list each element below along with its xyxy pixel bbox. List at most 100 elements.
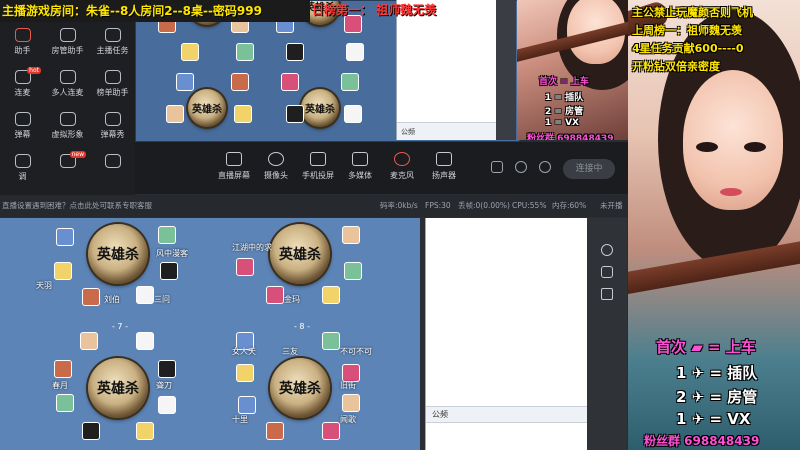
player-avatar[interactable] [176,73,194,91]
status-bar: 直播设置遇到困难？点击此处可联系专职客服 码率:0kb/s FPS:30 丢帧:… [0,195,628,217]
speaker-button[interactable]: 扬声器 [423,152,465,181]
overlay-line-2: 上周榜一：祖师魏无羡 [632,24,742,37]
streamer-cam-mini: 首次 = 上车 1 = 插队 2 = 房管 1 = VX 粉丝群 6988484… [517,0,630,140]
chat-channel-select[interactable]: 公频 [426,406,587,422]
screen-share-icon [226,152,242,166]
phone-icon[interactable] [601,266,613,278]
left-eye [696,142,718,152]
tool-room-manager[interactable]: 房管助手 [45,24,90,64]
mini-rule-line-3: 2 = 房管 [545,107,584,117]
player-name: 三友 [282,347,298,356]
tool-virtual[interactable]: 虚拟形象 [45,108,90,148]
chat-input[interactable] [426,422,587,438]
tool-bullet-show[interactable]: 弹幕秀 [90,108,135,148]
tool-panel: 助手 房管助手 主播任务 hot 连麦 多人连麦 榜单助手 弹幕 虚拟形象 弹幕秀… [0,22,135,195]
tool-rank[interactable]: 榜单助手 [90,66,135,106]
eye-icon[interactable] [515,161,527,173]
media-button[interactable]: 多媒体 [339,152,381,181]
player-avatar[interactable] [236,43,254,61]
bullet-icon [104,112,121,126]
tool-fire[interactable] [90,150,135,190]
tool-multi-mic[interactable]: 多人连麦 [45,66,90,106]
player-avatar[interactable] [342,226,360,244]
fps: FPS:30 [425,201,451,210]
player-name: 十里 [232,415,248,424]
player-avatar[interactable] [286,105,304,123]
tool-anchor-task[interactable]: 主播任务 [90,24,135,64]
media-icon [352,152,368,166]
tool-danmu[interactable]: 弹幕 [0,108,45,148]
camera-button[interactable]: 摄像头 [255,152,297,181]
player-avatar[interactable] [158,396,176,414]
player-avatar[interactable] [158,226,176,244]
game-emblem: 英雄杀 [88,224,148,284]
grid-icon [14,154,31,168]
phone-cast-button[interactable]: 手机投屏 [297,152,339,181]
player-avatar[interactable] [82,422,100,440]
player-avatar[interactable] [136,286,154,304]
chat-side-tools [496,0,516,140]
player-name: 三问 [154,295,170,304]
player-avatar[interactable] [54,360,72,378]
connect-button[interactable]: 连接中 [563,159,615,179]
bitrate: 码率:0kb/s [380,201,418,210]
help-tip[interactable]: 直播设置遇到困难？点击此处可联系专职客服 [2,195,152,217]
gear-icon[interactable] [539,161,551,173]
broadcast-toolbar: 直播屏幕 摄像头 手机投屏 多媒体 麦克风 扬声器 连接中 [135,142,628,194]
player-avatar[interactable] [286,43,304,61]
tool-live[interactable]: 助手 [0,24,45,64]
player-avatar[interactable] [136,422,154,440]
tool-grid[interactable]: 调 [0,150,45,190]
player-name: 女人天 [232,347,256,356]
multi-icon [59,70,76,84]
player-avatar[interactable] [54,262,72,280]
player-avatar[interactable] [236,364,254,382]
screen-share-button[interactable]: 直播屏幕 [213,152,255,181]
player-avatar[interactable] [322,286,340,304]
player-avatar[interactable] [56,228,74,246]
fan-group: 粉丝群 698848439 [644,434,760,448]
player-avatar[interactable] [238,396,256,414]
player-avatar[interactable] [56,394,74,412]
player-avatar[interactable] [80,332,98,350]
rank-icon [104,70,121,84]
player-avatar[interactable] [82,288,100,306]
player-avatar[interactable] [342,394,360,412]
phone-cast-icon [310,152,326,166]
player-avatar[interactable] [181,43,199,61]
game-emblem: 英雄杀 [301,89,339,127]
live-status: 未开播 [600,201,623,210]
tool-video[interactable]: new [45,150,90,190]
live-icon [14,28,31,42]
overlay-line-1: 主公禁止玩魔颜否则飞机 [632,6,753,19]
player-avatar[interactable] [341,73,359,91]
screen-icon [14,112,31,126]
player-avatar[interactable] [344,262,362,280]
player-name: 金玛 [284,295,300,304]
player-avatar[interactable] [266,422,284,440]
chat-side-tools [587,218,627,450]
player-avatar[interactable] [236,258,254,276]
tool-pk[interactable]: hot 连麦 [0,66,45,106]
player-avatar[interactable] [346,43,364,61]
player-avatar[interactable] [322,422,340,440]
record-icon[interactable] [491,161,503,173]
player-avatar[interactable] [160,262,178,280]
player-avatar[interactable] [344,105,362,123]
game-emblem: 英雄杀 [188,89,226,127]
compass-icon[interactable] [601,244,613,256]
memory-usage: 内存:60% [552,201,587,210]
player-avatar[interactable] [158,360,176,378]
table-number: - 8 - [294,322,310,331]
player-avatar[interactable] [136,332,154,350]
mic-button[interactable]: 麦克风 [381,152,423,181]
player-avatar[interactable] [281,73,299,91]
player-avatar[interactable] [231,73,249,91]
table-number: - 7 - [112,322,128,331]
player-avatar[interactable] [234,105,252,123]
player-avatar[interactable] [166,105,184,123]
frame-loss: 丢帧:0(0.00%) [458,201,510,210]
player-avatar[interactable] [266,286,284,304]
menu-icon[interactable] [601,288,613,300]
player-avatar[interactable] [322,332,340,350]
